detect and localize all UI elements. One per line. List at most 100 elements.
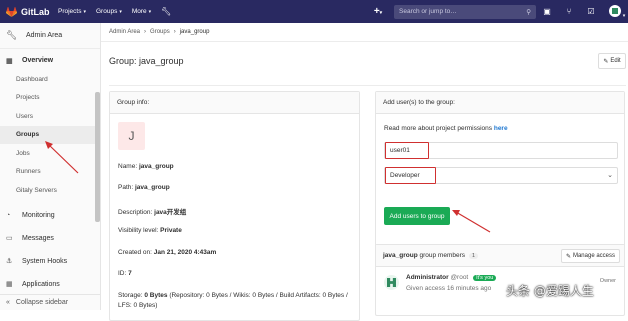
member-access-time: Given access 16 minutes ago (406, 285, 492, 292)
collapse-label: Collapse sidebar (15, 299, 69, 306)
info-storage: Storage: 0 Bytes (Repository: 0 Bytes / … (118, 291, 354, 311)
group-info-card: Group info: J Name: java_group Path: jav… (109, 91, 360, 321)
nav-projects[interactable]: Projects ▾ (58, 8, 86, 15)
nav-projects-label: Projects (58, 8, 82, 15)
sidebar-item-overview[interactable]: ▦ Overview (0, 51, 100, 70)
sidebar-item-gitaly-servers[interactable]: Gitaly Servers (0, 181, 100, 200)
members-card: java_group group members 1 ✎ Manage acce… (375, 244, 625, 316)
info-label: Storage: (118, 292, 143, 299)
sidebar-item-groups[interactable]: Groups (0, 125, 100, 144)
sidebar-item-monitoring[interactable]: ◔ Monitoring (0, 204, 100, 227)
sidebar-item-runners[interactable]: Runners (0, 163, 100, 182)
messages-icon: ▭ (6, 235, 13, 242)
edit-label: Edit (610, 58, 621, 64)
sidebar-item-system-hooks[interactable]: ⚓︎ System Hooks (0, 250, 100, 273)
sidebar-title: Admin Area (26, 32, 63, 39)
top-navbar: GitLab Projects ▾ Groups ▾ More ▾ 🔧︎ +▾ Sea… (0, 0, 628, 23)
gitlab-fox-icon (6, 6, 17, 17)
chevron-down-icon: ⌄ (607, 172, 613, 179)
info-name: Name: java_group (118, 163, 174, 170)
nav-groups[interactable]: Groups ▾ (96, 8, 122, 15)
sidebar-scrollbar[interactable] (95, 92, 100, 222)
manage-label: Manage access (572, 253, 615, 259)
member-name-row: Administrator @root It's you (406, 274, 497, 281)
permissions-text: Read more about project permissions here (384, 125, 508, 132)
info-description: Description: java开发组 (118, 206, 186, 216)
todos-icon[interactable]: ☑ (580, 7, 602, 16)
add-users-button[interactable]: Add users to group (384, 207, 450, 225)
sidebar-item-label: Overview (22, 57, 54, 64)
sidebar-header[interactable]: 🔧︎ Admin Area (0, 23, 100, 49)
you-badge: It's you (473, 275, 497, 281)
issues-icon[interactable]: ▣ (536, 7, 558, 16)
sidebar-item-label: Users (16, 112, 33, 120)
info-label: Visibility level: (118, 227, 159, 234)
avatar (608, 4, 621, 17)
permissions-label: Read more about project permissions (384, 125, 493, 132)
page-title: Group: java_group (109, 56, 184, 66)
breadcrumb-admin[interactable]: Admin Area (109, 29, 140, 35)
group-info-header: Group info: (110, 92, 359, 114)
info-created: Created on: Jan 21, 2020 4:43am (118, 249, 216, 256)
sidebar-item-projects[interactable]: Projects (0, 89, 100, 108)
avatar-letter: J (128, 129, 135, 143)
info-id: ID: 7 (118, 270, 132, 277)
user-menu[interactable]: ▾ (602, 4, 628, 19)
sidebar-item-messages[interactable]: ▭ Messages (0, 227, 100, 250)
sidebar-item-label: System Hooks (22, 257, 68, 265)
sidebar-item-label: Monitoring (22, 211, 55, 219)
sidebar-item-jobs[interactable]: Jobs (0, 144, 100, 163)
wrench-icon[interactable]: 🔧︎ (161, 7, 171, 16)
add-users-header: Add user(s) to the group: (376, 92, 624, 114)
sidebar-item-label: Dashboard (16, 75, 48, 83)
info-value: java开发组 (154, 209, 187, 216)
watermark: 头条 @爱踢人生 (506, 284, 594, 298)
breadcrumb-current[interactable]: java_group (180, 29, 210, 35)
info-path: Path: java_group (118, 184, 170, 191)
manage-access-button[interactable]: ✎ Manage access (560, 249, 620, 263)
info-value: Private (160, 227, 182, 234)
info-label: Description: (118, 209, 153, 216)
info-label: Name: (118, 163, 138, 170)
nav-more[interactable]: More ▾ (132, 8, 151, 15)
sidebar-item-dashboard[interactable]: Dashboard (0, 70, 100, 89)
breadcrumb-groups[interactable]: Groups (150, 29, 170, 35)
sidebar-item-users[interactable]: Users (0, 107, 100, 126)
sidebar-item-applications[interactable]: ▦ Applications (0, 273, 100, 296)
member-role: Owner (599, 278, 616, 284)
chevron-down-icon: ▾ (83, 8, 86, 15)
sidebar-item-label: Projects (16, 94, 40, 102)
members-count: 1 (469, 252, 479, 259)
admin-sidebar: 🔧︎ Admin Area ▦ Overview Dashboard Proje… (0, 23, 101, 310)
hook-icon: ⚓︎ (6, 258, 13, 265)
info-label: ID: (118, 270, 127, 277)
storage-detail: (Repository: 0 Bytes / Wikis: 0 Bytes / … (169, 292, 348, 299)
search-input[interactable]: Search or jump to… ⚲ (394, 4, 536, 19)
merge-requests-icon[interactable]: ⑂ (558, 7, 580, 16)
sidebar-item-label: Jobs (16, 149, 30, 157)
highlight-box (385, 167, 436, 184)
sidebar-item-label: Gitaly Servers (16, 186, 57, 194)
member-name[interactable]: Administrator (406, 274, 449, 281)
breadcrumb-separator: › (144, 29, 147, 35)
nav-groups-label: Groups (96, 8, 118, 15)
overview-icon: ▦ (6, 57, 13, 65)
new-plus-icon[interactable]: +▾ (368, 6, 388, 17)
sidebar-item-label: Messages (22, 234, 54, 242)
group-avatar: J (118, 122, 145, 150)
double-chevron-left-icon: « (6, 299, 10, 306)
edit-button[interactable]: ✎ Edit (598, 53, 626, 69)
identicon (387, 278, 396, 287)
info-value: 0 Bytes (144, 292, 168, 299)
sidebar-item-label: Applications (22, 280, 60, 288)
gitlab-logo[interactable]: GitLab (6, 6, 50, 17)
info-label: Path: (118, 184, 134, 191)
pencil-icon: ✎ (565, 253, 571, 260)
storage-detail-2: LFS: 0 Bytes) (118, 302, 158, 309)
info-visibility: Visibility level: Private (118, 227, 182, 234)
collapse-sidebar-button[interactable]: « Collapse sidebar (0, 294, 100, 310)
info-value: java_group (135, 184, 170, 191)
permissions-link[interactable]: here (494, 125, 508, 132)
applications-icon: ▦ (6, 281, 13, 288)
divider (109, 85, 626, 86)
